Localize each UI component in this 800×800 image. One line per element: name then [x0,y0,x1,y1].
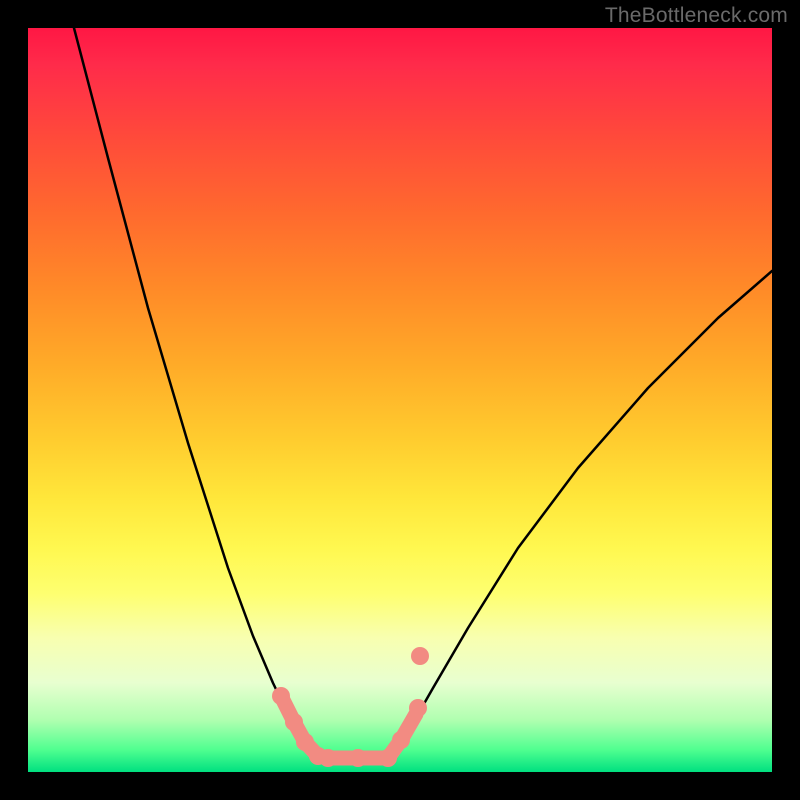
curves-svg [28,28,772,772]
watermark-text: TheBottleneck.com [605,4,788,28]
chart-frame: TheBottleneck.com [0,0,800,800]
plot-area [28,28,772,772]
